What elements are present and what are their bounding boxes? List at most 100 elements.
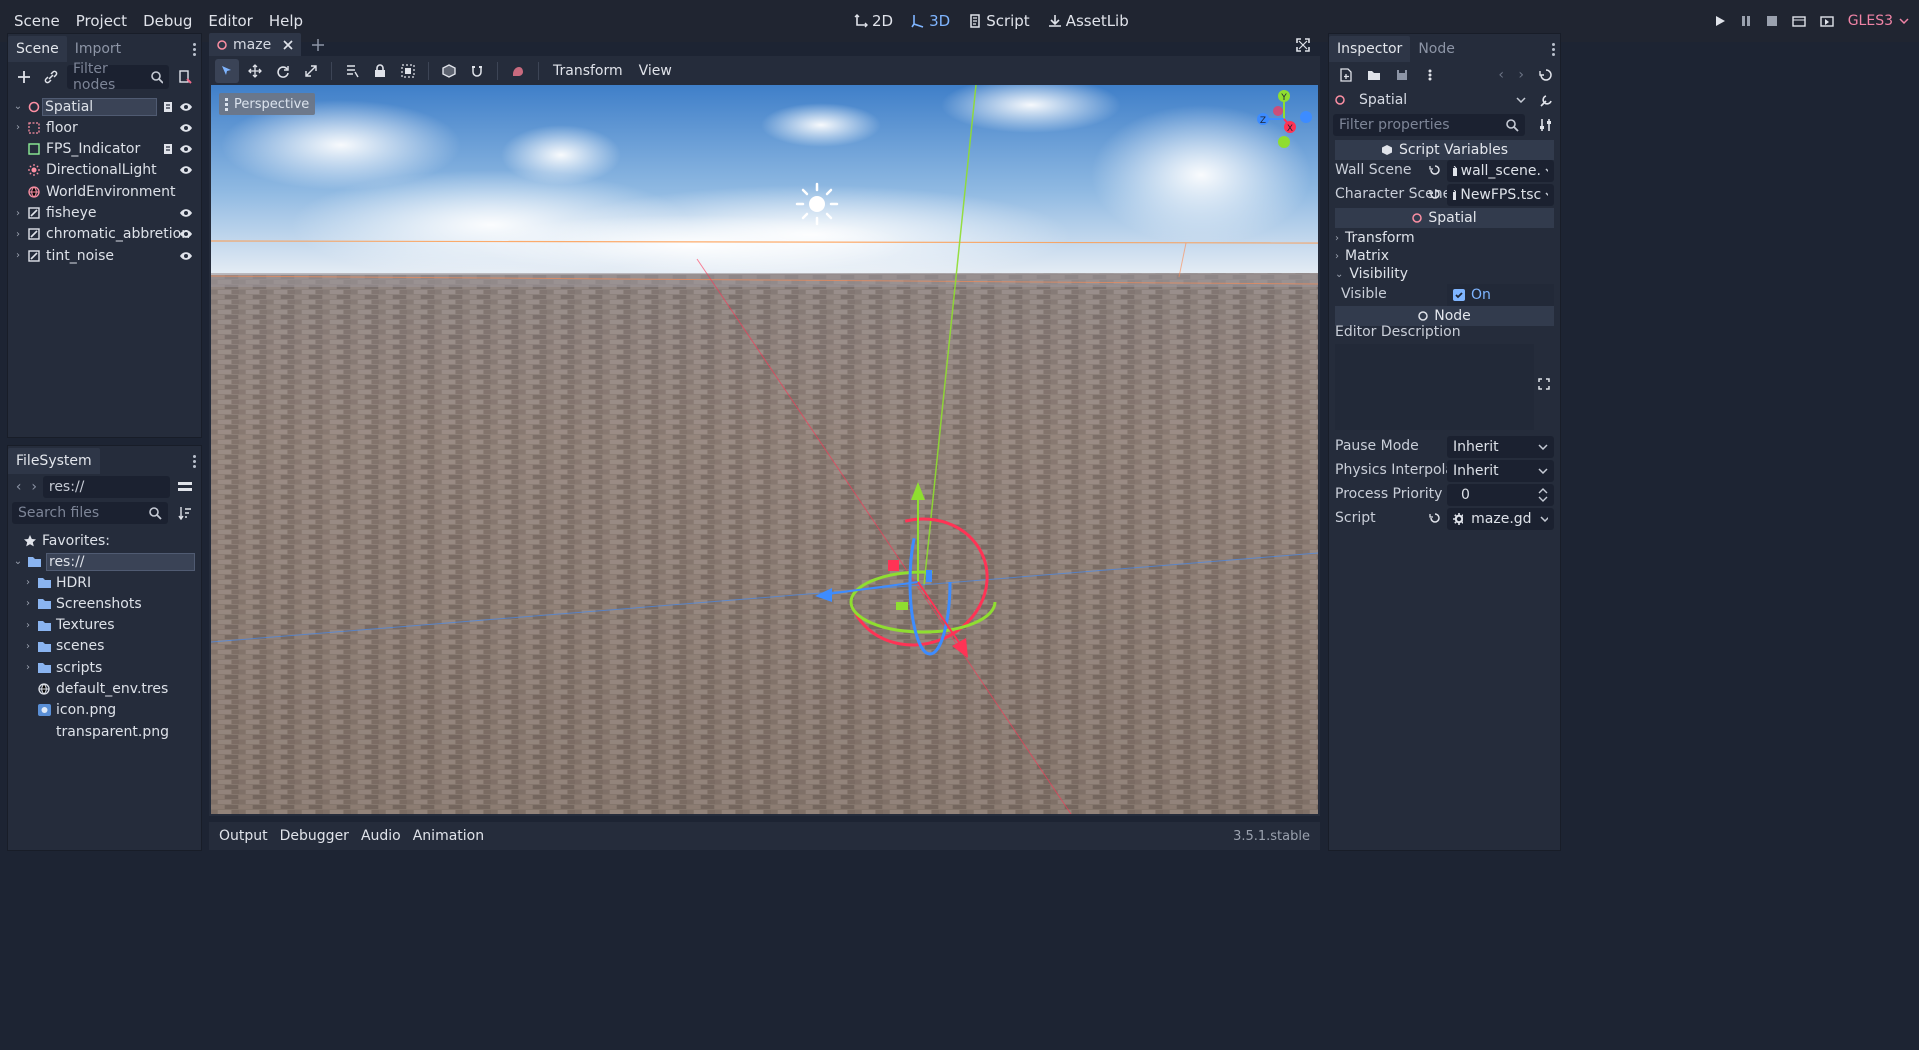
object-selector[interactable]: Spatial (1329, 88, 1560, 112)
visibility-eye-icon[interactable] (179, 123, 193, 133)
fs-folder-item[interactable]: › Screenshots (8, 593, 201, 614)
kebab-icon[interactable] (1417, 62, 1443, 88)
search-files-input[interactable]: Search files (12, 502, 169, 524)
audio-tab[interactable]: Audio (355, 828, 407, 844)
distraction-free-icon[interactable] (1296, 38, 1310, 52)
transform-group[interactable]: › Transform (1335, 230, 1415, 246)
dock-menu-icon[interactable] (193, 453, 197, 470)
tab-import[interactable]: Import (67, 36, 129, 62)
forward-icon[interactable]: › (27, 479, 40, 495)
perspective-menu[interactable]: Perspective (219, 93, 316, 115)
revert-icon[interactable] (1429, 164, 1441, 176)
visible-checkbox[interactable]: On (1447, 284, 1554, 306)
visibility-eye-icon[interactable] (179, 165, 193, 175)
animation-tab[interactable]: Animation (407, 828, 490, 844)
add-node-icon[interactable] (12, 64, 36, 90)
script-variables-header[interactable]: Script Variables (1335, 140, 1554, 160)
expand-arrow-icon[interactable]: › (22, 577, 34, 588)
fs-folder-item[interactable]: › Textures (8, 615, 201, 636)
attach-script-icon[interactable] (173, 64, 197, 90)
dock-menu-icon[interactable] (193, 41, 197, 58)
fs-file-item[interactable]: default_env.tres (8, 679, 201, 700)
debugger-tab[interactable]: Debugger (274, 828, 355, 844)
expand-arrow-icon[interactable]: › (22, 641, 34, 652)
visibility-eye-icon[interactable] (179, 251, 193, 261)
visibility-group[interactable]: ⌄ Visibility (1335, 266, 1408, 282)
node-section-header[interactable]: Node (1335, 306, 1554, 326)
instance-link-icon[interactable] (40, 64, 64, 90)
revert-icon[interactable] (1429, 188, 1441, 200)
move-tool-icon[interactable] (243, 59, 267, 83)
stop-icon[interactable] (1766, 15, 1778, 27)
object-properties-icon[interactable] (1539, 94, 1552, 107)
expand-arrow-icon[interactable]: › (12, 208, 24, 219)
view-menu[interactable]: View (633, 63, 678, 79)
expand-arrow-icon[interactable]: › (12, 229, 24, 240)
expand-arrow-icon[interactable]: › (22, 620, 34, 631)
expand-arrow-icon[interactable]: ⌄ (12, 556, 24, 567)
mode-3d-button[interactable]: 3D (905, 12, 956, 30)
scene-node-floor[interactable]: › floor (8, 117, 201, 138)
transform-menu[interactable]: Transform (547, 63, 629, 79)
back-icon[interactable]: ‹ (12, 479, 25, 495)
list-select-icon[interactable] (340, 59, 364, 83)
process-priority-spinbox[interactable]: 0 (1447, 484, 1554, 506)
history-icon[interactable] (1539, 68, 1552, 82)
rotate-tool-icon[interactable] (271, 59, 295, 83)
history-forward-icon[interactable]: › (1518, 67, 1524, 83)
expand-icon[interactable] (1538, 378, 1550, 390)
3d-viewport[interactable]: Perspective Y X Z (211, 85, 1318, 814)
fs-file-item[interactable]: transparent.png (8, 721, 201, 742)
tools-icon[interactable] (1539, 118, 1552, 132)
close-icon[interactable] (283, 40, 293, 50)
preview-camera-icon[interactable] (506, 59, 530, 83)
sort-icon[interactable] (172, 500, 197, 526)
scene-tab-maze[interactable]: maze (209, 33, 302, 57)
local-space-icon[interactable] (437, 59, 461, 83)
load-resource-icon[interactable] (1361, 62, 1387, 88)
visibility-eye-icon[interactable] (179, 144, 193, 154)
fs-folder-item[interactable]: › scenes (8, 636, 201, 657)
revert-icon[interactable] (1429, 512, 1441, 524)
play-custom-scene-icon[interactable] (1820, 15, 1834, 27)
mode-2d-button[interactable]: 2D (848, 12, 899, 30)
physics-interpolation-select[interactable]: Inherit (1447, 460, 1554, 482)
tab-node[interactable]: Node (1410, 36, 1463, 62)
fs-file-item[interactable]: icon.png (8, 700, 201, 721)
visibility-eye-icon[interactable] (179, 208, 193, 218)
expand-arrow-icon[interactable]: › (12, 250, 24, 261)
axis-gizmo[interactable]: Y X Z (1251, 87, 1317, 151)
play-scene-icon[interactable] (1792, 15, 1806, 27)
wall-scene-value[interactable]: wall_scene. (1447, 160, 1554, 182)
scene-node-worldenvironment[interactable]: WorldEnvironment (8, 181, 201, 202)
scene-node-chromatic_abbretion[interactable]: › chromatic_abbretion (8, 224, 201, 245)
renderer-selector[interactable]: GLES3 (1848, 13, 1909, 29)
tab-filesystem[interactable]: FileSystem (8, 448, 100, 474)
fs-folder-item[interactable]: › scripts (8, 657, 201, 678)
pause-icon[interactable] (1740, 15, 1752, 27)
history-back-icon[interactable]: ‹ (1498, 67, 1504, 83)
split-view-icon[interactable] (172, 474, 197, 500)
spin-arrows-icon[interactable] (1538, 488, 1548, 502)
spatial-section-header[interactable]: Spatial (1335, 208, 1554, 228)
select-tool-icon[interactable] (215, 59, 239, 83)
path-field[interactable]: res:// (42, 476, 171, 498)
dock-menu-icon[interactable] (1552, 41, 1556, 58)
fs-root-item[interactable]: ⌄ res:// (8, 551, 201, 572)
menu-scene[interactable]: Scene (6, 12, 68, 30)
scene-node-directionallight[interactable]: DirectionalLight (8, 160, 201, 181)
matrix-group[interactable]: › Matrix (1335, 248, 1389, 264)
scene-node-fps_indicator[interactable]: FPS_Indicator (8, 139, 201, 160)
add-scene-tab-icon[interactable] (311, 38, 325, 52)
script-icon[interactable] (163, 143, 173, 155)
menu-debug[interactable]: Debug (135, 12, 200, 30)
mode-script-button[interactable]: Script (962, 12, 1036, 30)
scene-node-fisheye[interactable]: › fisheye (8, 203, 201, 224)
menu-help[interactable]: Help (261, 12, 311, 30)
group-icon[interactable] (396, 59, 420, 83)
fs-folder-item[interactable]: › HDRI (8, 572, 201, 593)
scene-node-spatial[interactable]: ⌄ Spatial (8, 96, 201, 117)
expand-arrow-icon[interactable]: › (22, 598, 34, 609)
pause-mode-select[interactable]: Inherit (1447, 436, 1554, 458)
visibility-eye-icon[interactable] (179, 229, 193, 239)
